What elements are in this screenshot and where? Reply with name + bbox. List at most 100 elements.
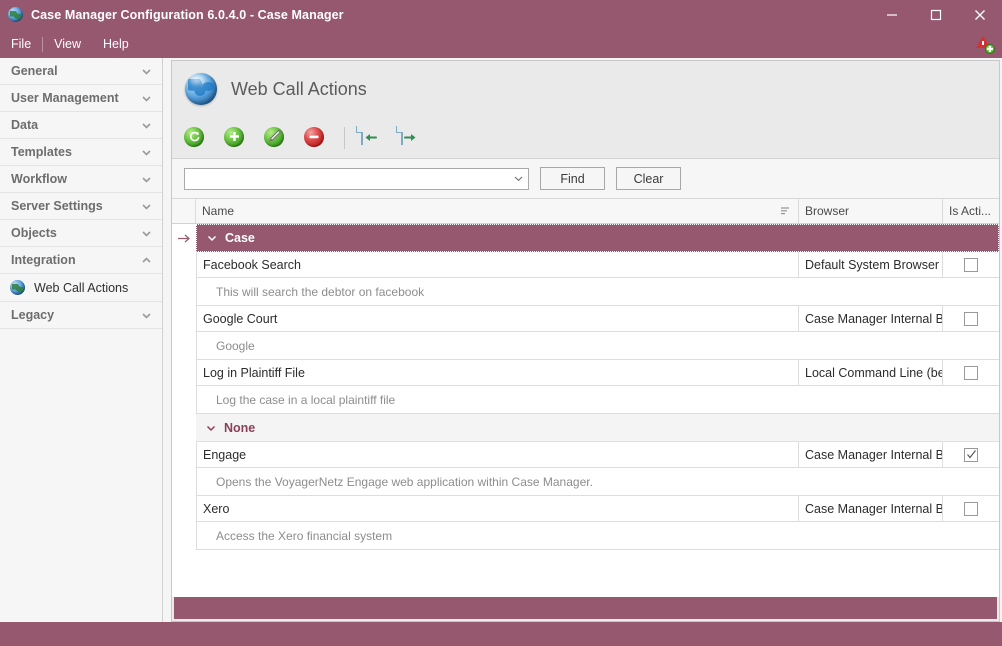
current-row-arrow-icon (172, 224, 196, 252)
row-gutter (172, 522, 196, 550)
menu-file[interactable]: File (0, 30, 42, 58)
cell-is-active[interactable] (943, 360, 999, 386)
sidebar-item-user-management[interactable]: User Management (0, 85, 162, 112)
table-row[interactable]: Log in Plaintiff File Local Command Line… (172, 360, 999, 386)
table-row-description: Opens the VoyagerNetz Engage web applica… (172, 468, 999, 496)
table-row[interactable]: Google Court Case Manager Internal B... (172, 306, 999, 332)
description-text: Opens the VoyagerNetz Engage web applica… (196, 468, 799, 496)
column-header-label: Is Acti... (949, 204, 992, 218)
edit-button[interactable] (264, 126, 286, 149)
description-pad (799, 386, 999, 414)
chevron-down-icon (141, 228, 152, 239)
cell-browser: Case Manager Internal B... (799, 442, 943, 468)
cell-name: Google Court (196, 306, 799, 332)
status-bar (0, 622, 1002, 646)
chevron-down-icon[interactable] (206, 423, 216, 433)
checkbox-unchecked-icon[interactable] (964, 501, 978, 516)
sidebar-item-label: Objects (11, 226, 57, 240)
row-gutter (172, 468, 196, 496)
group-label: Case (225, 231, 255, 245)
chevron-down-icon (141, 201, 152, 212)
menu-help[interactable]: Help (92, 30, 140, 58)
close-button[interactable] (958, 0, 1002, 30)
row-gutter (172, 252, 196, 278)
find-button[interactable]: Find (540, 167, 605, 190)
cell-is-active[interactable] (943, 306, 999, 332)
sidebar-item-legacy[interactable]: Legacy (0, 302, 162, 329)
grid-header-row: Name Browser Is Acti... (172, 199, 999, 224)
column-header-browser[interactable]: Browser (799, 199, 943, 223)
globe-icon (185, 73, 217, 105)
menu-view[interactable]: View (43, 30, 92, 58)
table-row-description: Google (172, 332, 999, 360)
pencil-icon (264, 126, 284, 147)
group-header-cell[interactable]: Case (196, 224, 999, 252)
import-button[interactable] (361, 125, 383, 149)
globe-icon (10, 280, 25, 295)
checkbox-unchecked-icon[interactable] (964, 365, 978, 380)
cell-browser: Local Command Line (beta) (799, 360, 943, 386)
row-gutter (172, 332, 196, 360)
sidebar-item-label: Workflow (11, 172, 68, 186)
chevron-down-icon (141, 120, 152, 131)
chevron-down-icon (141, 93, 152, 104)
sidebar-item-general[interactable]: General (0, 58, 162, 85)
cell-is-active[interactable] (943, 252, 999, 278)
row-gutter (172, 306, 196, 332)
delete-button[interactable] (304, 126, 326, 149)
checkbox-unchecked-icon[interactable] (964, 311, 978, 326)
maximize-button[interactable] (914, 0, 958, 30)
description-pad (799, 522, 999, 550)
sidebar-item-label: General (11, 64, 58, 78)
column-header-label: Name (202, 204, 235, 218)
sidebar-item-data[interactable]: Data (0, 112, 162, 139)
title-bar: Case Manager Configuration 6.0.4.0 - Cas… (0, 0, 1002, 30)
table-row[interactable]: Engage Case Manager Internal B... (172, 442, 999, 468)
refresh-button[interactable] (184, 126, 206, 149)
row-gutter (172, 278, 196, 306)
description-text: Google (196, 332, 799, 360)
description-text: This will search the debtor on facebook (196, 278, 799, 306)
alert-plus-icon[interactable] (974, 33, 996, 55)
minus-circle-icon (304, 126, 324, 147)
table-row-description: Access the Xero financial system (172, 522, 999, 550)
cell-is-active[interactable] (943, 442, 999, 468)
cell-name: Xero (196, 496, 799, 522)
table-row[interactable]: Facebook Search Default System Browser (172, 252, 999, 278)
sidebar-item-objects[interactable]: Objects (0, 220, 162, 247)
sidebar-item-label: Web Call Actions (34, 280, 129, 295)
sidebar-item-label: Integration (11, 253, 76, 267)
search-input[interactable] (190, 171, 511, 186)
column-header-name[interactable]: Name (196, 199, 799, 223)
add-button[interactable] (224, 126, 246, 149)
chevron-down-icon (141, 147, 152, 158)
table-row[interactable]: Xero Case Manager Internal B... (172, 496, 999, 522)
group-row-none[interactable]: None (172, 414, 999, 442)
group-row-case[interactable]: Case (172, 224, 999, 252)
sidebar-item-integration[interactable]: Integration (0, 247, 162, 274)
checkbox-unchecked-icon[interactable] (964, 257, 978, 272)
plus-icon (224, 126, 244, 147)
import-document-icon (361, 125, 377, 145)
sidebar-item-workflow[interactable]: Workflow (0, 166, 162, 193)
cell-is-active[interactable] (943, 496, 999, 522)
minimize-button[interactable] (870, 0, 914, 30)
sidebar-item-server-settings[interactable]: Server Settings (0, 193, 162, 220)
description-pad (799, 332, 999, 360)
data-grid: Name Browser Is Acti... Case Facebook Se… (172, 199, 999, 597)
clear-button[interactable]: Clear (616, 167, 681, 190)
export-button[interactable] (401, 125, 423, 149)
table-row-description: Log the case in a local plaintiff file (172, 386, 999, 414)
sidebar-item-templates[interactable]: Templates (0, 139, 162, 166)
checkbox-checked-icon[interactable] (964, 447, 978, 462)
sidebar-item-web-call-actions[interactable]: Web Call Actions (0, 274, 162, 302)
sort-indicator-icon (780, 206, 791, 217)
sidebar-item-label: Server Settings (11, 199, 103, 213)
search-combobox[interactable] (184, 167, 529, 190)
column-header-is-active[interactable]: Is Acti... (943, 199, 999, 223)
cell-browser: Default System Browser (799, 252, 943, 278)
chevron-down-icon[interactable] (511, 169, 525, 189)
sidebar-item-label: User Management (11, 91, 119, 105)
group-header-cell[interactable]: None (196, 414, 999, 442)
chevron-down-icon[interactable] (207, 233, 217, 243)
